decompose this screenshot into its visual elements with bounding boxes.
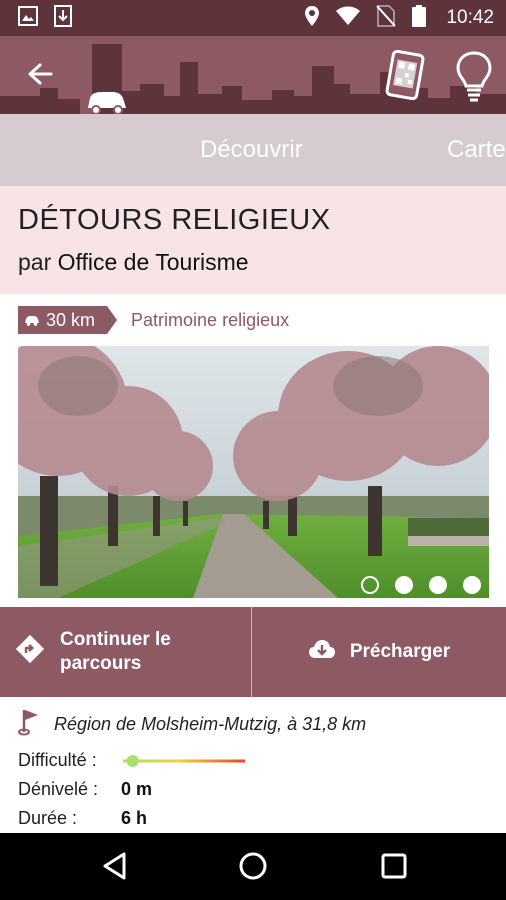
- car-icon: [24, 314, 40, 326]
- status-right: 10:42: [304, 4, 494, 32]
- wifi-icon: [336, 6, 361, 31]
- tree-lined-path-image: [18, 346, 489, 598]
- author-name[interactable]: Office de Tourisme: [58, 249, 249, 275]
- difficulty-marker: [126, 754, 139, 767]
- status-bar: 10:42: [0, 0, 506, 36]
- location-icon: [304, 5, 320, 32]
- tour-title: DÉTOURS RELIGIEUX: [18, 204, 331, 236]
- elevation-label: Dénivelé :: [18, 779, 99, 799]
- cloud-download-icon: [308, 639, 336, 665]
- author-prefix: par: [18, 249, 52, 275]
- tab-decouvrir[interactable]: Découvrir: [200, 136, 303, 164]
- download-icon: [54, 4, 72, 32]
- continue-tour-label: Continuer le parcours: [60, 629, 171, 674]
- elevation-row: Dénivelé : 0 m: [18, 779, 152, 800]
- back-arrow-icon: [27, 62, 53, 91]
- category-label: Patrimoine religieux: [131, 309, 290, 330]
- preload-button[interactable]: Précharger: [252, 607, 506, 697]
- difficulty-row: Difficulté :: [18, 750, 247, 771]
- app-bar: [0, 36, 506, 114]
- elevation-value: 0 m: [121, 779, 153, 799]
- duration-label: Durée :: [18, 808, 78, 828]
- tips-button[interactable]: [452, 50, 496, 102]
- author-line: par Office de Tourisme: [18, 249, 488, 276]
- home-circle-icon[interactable]: [238, 851, 268, 881]
- status-time: 10:42: [446, 7, 494, 28]
- carousel-dot[interactable]: [429, 576, 447, 594]
- distance-text: 30 km: [46, 309, 96, 330]
- back-triangle-icon[interactable]: [100, 851, 130, 881]
- title-block: DÉTOURS RELIGIEUX par Office de Tourisme: [0, 186, 506, 294]
- difficulty-label: Difficulté :: [18, 750, 97, 770]
- directions-icon: [15, 634, 45, 669]
- back-button[interactable]: [20, 56, 60, 96]
- lightbulb-icon: [452, 51, 496, 106]
- continue-tour-button[interactable]: Continuer le parcours: [0, 607, 252, 697]
- duration-row: Durée : 6 h: [18, 808, 147, 829]
- qr-code-icon: [384, 49, 426, 104]
- screen: 10:42 Découvrir Carte DÉTOURS RELIGIEUX …: [0, 0, 506, 900]
- difficulty-gauge: [121, 752, 247, 770]
- qr-scan-button[interactable]: [384, 49, 426, 101]
- battery-icon: [412, 4, 427, 32]
- city-skyline-icon: [0, 44, 506, 114]
- tab-bar: Découvrir Carte: [0, 114, 506, 186]
- tag-row: 30 km Patrimoine religieux: [18, 306, 289, 334]
- no-sim-icon: [376, 4, 397, 32]
- carousel-dot[interactable]: [395, 576, 413, 594]
- region-row: Région de Molsheim-Mutzig, à 31,8 km: [18, 708, 366, 741]
- navigation-bar: [0, 833, 506, 900]
- duration-value: 6 h: [121, 808, 148, 828]
- tab-carte[interactable]: Carte: [447, 136, 506, 164]
- image-icon: [18, 5, 38, 31]
- action-bar: Continuer le parcours Précharger: [0, 607, 506, 697]
- preload-label: Précharger: [349, 641, 451, 662]
- tour-photo[interactable]: [18, 346, 489, 598]
- flag-pin-icon: [18, 708, 42, 741]
- recents-square-icon[interactable]: [379, 851, 409, 881]
- distance-badge: 30 km: [18, 306, 118, 334]
- carousel-dot[interactable]: [361, 576, 379, 594]
- region-text: Région de Molsheim-Mutzig, à 31,8 km: [54, 714, 367, 734]
- status-left: [18, 4, 72, 32]
- carousel-dots: [361, 576, 481, 594]
- carousel-dot[interactable]: [463, 576, 481, 594]
